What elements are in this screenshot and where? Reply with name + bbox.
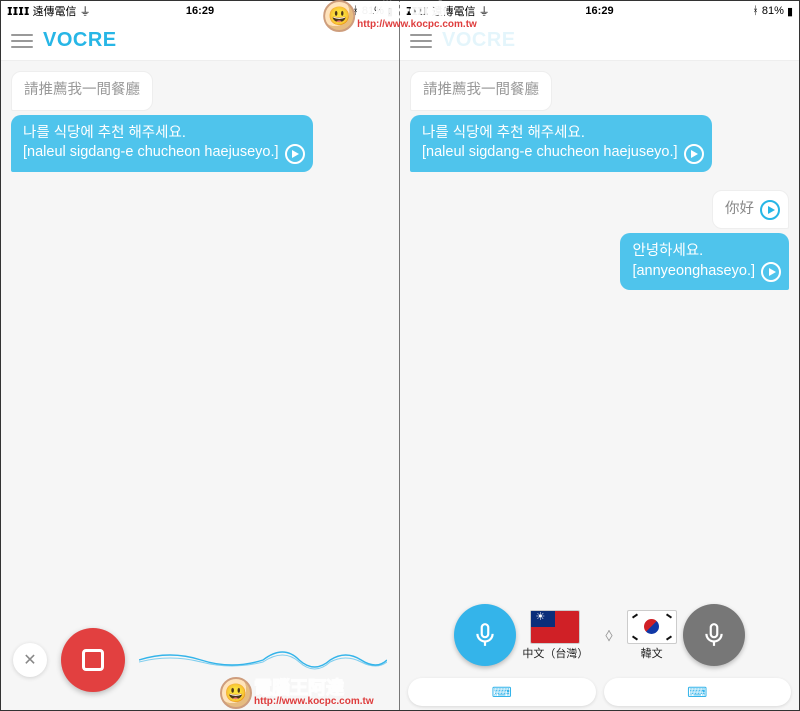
message-source[interactable]: 請推薦我一間餐廳 (11, 71, 153, 111)
watermark: 😃 電腦王阿達http://www.kocpc.com.tw (220, 677, 374, 709)
keyboard-icon: ⌨ (492, 684, 512, 701)
swap-languages-button[interactable]: 〈 〉 (594, 627, 620, 644)
signal-icon: 𝗜𝗜𝗜𝗜 (7, 5, 30, 18)
left-screenshot: 𝗜𝗜𝗜𝗜遠傳電信⏚ 16:29 ᚼ81%▮ VOCRE 請推薦我一間餐廳 나를 … (1, 1, 400, 710)
watermark: 😃 電腦王阿達http://www.kocpc.com.tw (323, 0, 477, 32)
app-logo: VOCRE (43, 29, 117, 52)
right-screenshot: 𝗜𝗜𝗜𝗜遠傳電信⏚ 16:29 ᚼ81%▮ VOCRE 請推薦我一間餐廳 나를 … (400, 1, 799, 710)
target-language-label: 韓文 (641, 645, 663, 661)
play-icon[interactable] (761, 262, 781, 282)
carrier-label: 遠傳電信 (33, 3, 77, 19)
watermark-url: http://www.kocpc.com.tw (254, 697, 374, 707)
flag-taiwan-icon (530, 610, 580, 644)
flag-korea-icon (627, 610, 677, 644)
translation-text: 안녕하세요. [annyeonghaseyo.] (632, 243, 755, 279)
wifi-icon: ⏚ (80, 3, 91, 19)
idle-toolbar: 中文（台灣） 〈 〉 韓文 ⌨ ⌨ (400, 592, 799, 710)
menu-icon[interactable] (410, 34, 432, 48)
chat-area: 請推薦我一間餐廳 나를 식당에 추천 해주세요. [naleul sigdang… (400, 61, 799, 592)
play-icon[interactable] (285, 144, 305, 164)
chat-area: 請推薦我一間餐廳 나를 식당에 추천 해주세요. [naleul sigdang… (1, 61, 399, 610)
battery-pct: 81% (762, 5, 784, 17)
message-source[interactable]: 你好 (712, 190, 789, 230)
message-translation[interactable]: 나를 식당에 추천 해주세요. [naleul sigdang-e chuche… (11, 115, 313, 172)
target-language[interactable]: 韓文 (627, 610, 677, 661)
stop-record-button[interactable] (61, 628, 125, 692)
message-source[interactable]: 請推薦我一間餐廳 (410, 71, 552, 111)
mic-button-target[interactable] (683, 604, 745, 666)
source-text: 你好 (725, 201, 754, 217)
wifi-icon: ⏚ (479, 3, 490, 19)
watermark-avatar-icon: 😃 (220, 677, 252, 709)
message-translation[interactable]: 나를 식당에 추천 해주세요. [naleul sigdang-e chuche… (410, 115, 712, 172)
keyboard-icon: ⌨ (687, 684, 707, 701)
bluetooth-icon: ᚼ (752, 5, 759, 17)
clock-label: 16:29 (186, 5, 214, 17)
mic-button-source[interactable] (454, 604, 516, 666)
app-logo: VOCRE (442, 29, 516, 52)
translation-text: 나를 식당에 추천 해주세요. [naleul sigdang-e chuche… (422, 125, 678, 161)
message-translation[interactable]: 안녕하세요. [annyeonghaseyo.] (620, 233, 789, 290)
watermark-title: 電腦王阿達 (254, 679, 374, 697)
battery-icon: ▮ (787, 5, 793, 18)
cancel-button[interactable]: ✕ (13, 643, 47, 677)
source-language[interactable]: 中文（台灣） (522, 610, 588, 661)
keyboard-button-source[interactable]: ⌨ (408, 678, 596, 706)
watermark-url: http://www.kocpc.com.tw (357, 20, 477, 30)
translation-text: 나를 식당에 추천 해주세요. [naleul sigdang-e chuche… (23, 125, 279, 161)
watermark-avatar-icon: 😃 (323, 0, 355, 32)
source-language-label: 中文（台灣） (522, 645, 588, 661)
clock-label: 16:29 (585, 5, 613, 17)
play-icon[interactable] (684, 144, 704, 164)
waveform (139, 640, 387, 680)
menu-icon[interactable] (11, 34, 33, 48)
play-icon[interactable] (760, 200, 780, 220)
keyboard-button-target[interactable]: ⌨ (604, 678, 792, 706)
watermark-title: 電腦王阿達 (357, 2, 477, 20)
